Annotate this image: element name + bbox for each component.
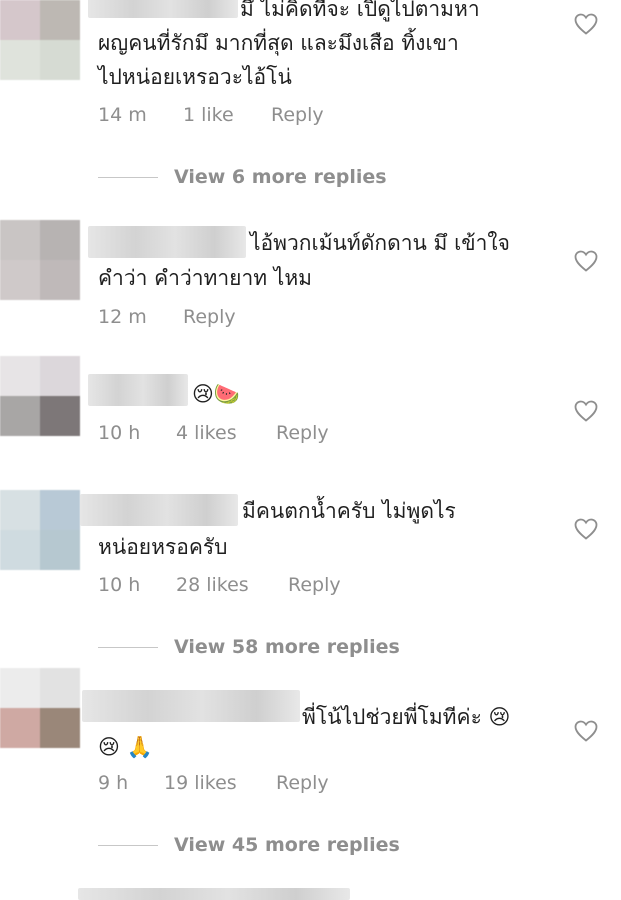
comment-text: 😢 🙏	[98, 735, 153, 759]
heart-icon[interactable]	[574, 720, 598, 742]
reply-button[interactable]: Reply	[183, 306, 236, 328]
comment-text: ไปหน่อยเหรอวะไอ้โน่	[98, 65, 292, 89]
username-blurred[interactable]	[82, 690, 300, 722]
view-more-label: View 58 more replies	[174, 636, 400, 658]
like-count[interactable]: 4 likes	[176, 422, 237, 444]
heart-icon[interactable]	[574, 518, 598, 540]
reply-button[interactable]: Reply	[276, 422, 329, 444]
comment-text: มึ ไม่คิดที่จะ เปิดูไปตามหา	[240, 0, 480, 21]
view-more-replies[interactable]: View 45 more replies	[98, 834, 400, 856]
comment-text: พี่โน้ไปช่วยพี่โมทีค่ะ 😢	[302, 705, 511, 729]
heart-icon[interactable]	[574, 400, 598, 422]
avatar[interactable]	[0, 490, 80, 570]
divider	[98, 646, 158, 648]
avatar[interactable]	[0, 220, 80, 300]
comment-text: มีคนตกน้ำครับ ไม่พูดไร	[242, 499, 456, 523]
like-count[interactable]: 1 like	[183, 104, 234, 126]
reply-button[interactable]: Reply	[276, 772, 329, 794]
username-blurred[interactable]	[88, 226, 246, 258]
comment-text: คำว่า คำว่าทายาท ไหม	[98, 266, 313, 290]
comment-time: 10 h	[98, 574, 141, 596]
view-more-replies[interactable]: View 58 more replies	[98, 636, 400, 658]
divider	[98, 844, 158, 846]
divider	[98, 176, 158, 178]
reply-button[interactable]: Reply	[288, 574, 341, 596]
reply-button[interactable]: Reply	[271, 104, 324, 126]
avatar[interactable]	[0, 0, 80, 80]
comment-time: 14 m	[98, 104, 147, 126]
view-more-label: View 6 more replies	[174, 166, 387, 188]
view-more-replies[interactable]: View 6 more replies	[98, 166, 387, 188]
comment-text: 😢🍉	[192, 382, 241, 406]
username-blurred[interactable]	[88, 374, 188, 406]
like-count[interactable]: 19 likes	[164, 772, 237, 794]
avatar[interactable]	[0, 356, 80, 436]
username-blurred[interactable]	[80, 494, 238, 526]
comment-text: ไอ้พวกเม้นท์ดักดาน มึ เข้าใจ	[250, 231, 510, 255]
heart-icon[interactable]	[574, 13, 598, 35]
comment-time: 10 h	[98, 422, 141, 444]
comment-text: หน่อยหรอครับ	[98, 535, 228, 559]
avatar[interactable]	[0, 668, 80, 748]
comment-time: 9 h	[98, 772, 129, 794]
username-blurred[interactable]	[88, 0, 238, 18]
comment-text: ผญคนที่รักมึ มากที่สุด และมึงเสือ ทิ้งเข…	[98, 31, 459, 55]
comment-time: 12 m	[98, 306, 147, 328]
heart-icon[interactable]	[574, 250, 598, 272]
view-more-label: View 45 more replies	[174, 834, 400, 856]
like-count[interactable]: 28 likes	[176, 574, 249, 596]
username-blurred[interactable]	[78, 888, 350, 900]
